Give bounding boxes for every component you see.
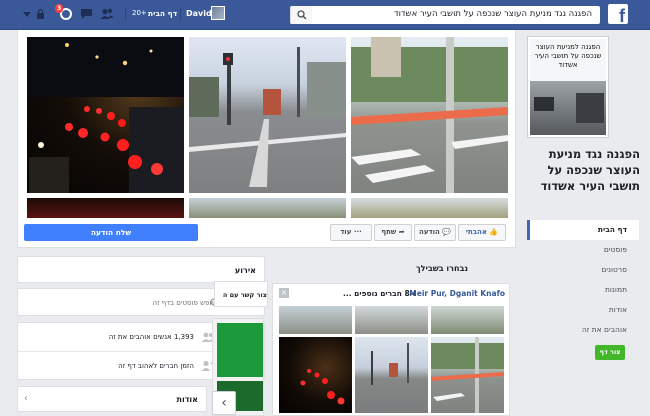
notification-count-badge: 3 <box>55 4 64 13</box>
side-nav-posts[interactable]: פוסטים <box>527 240 639 260</box>
search-posts-input[interactable] <box>24 295 214 311</box>
message-button[interactable]: הודעה 💬 <box>414 224 456 241</box>
post-photo-crosswalk[interactable] <box>431 337 504 413</box>
intersection-illustration <box>189 47 346 187</box>
friends-suffix-text: ו-8 חברים נוספים ... <box>343 289 416 298</box>
like-button[interactable]: אהבתי 👍 <box>458 224 506 241</box>
photo-thumbnail[interactable] <box>189 198 346 218</box>
chevron-left-icon: ‹ <box>221 395 227 411</box>
like-label: אהבתי <box>465 228 487 236</box>
profile-picture-image: הפגנה למניעת העוצר שנכפה על תושבי העיר א… <box>530 39 606 135</box>
side-nav-home[interactable]: דף הבית <box>527 220 639 240</box>
crosswalk-thumb <box>431 337 504 413</box>
thumbs-up-icon: 👍 <box>489 228 499 236</box>
car-shape <box>534 97 554 111</box>
share-icon: ➦ <box>398 228 405 236</box>
photo-thumbnail[interactable] <box>351 198 508 218</box>
photo-night-traffic[interactable] <box>27 37 184 193</box>
photos-panel <box>17 30 516 248</box>
search-button[interactable] <box>290 6 312 24</box>
page-side-navigation: דף הבית פוסטים סרטונים תמונות אודות אוהב… <box>527 220 639 340</box>
user-name-link[interactable]: David <box>186 9 212 18</box>
search-input[interactable]: הפגנה נגד מניעת העוצר שנכפה על תושבי העי… <box>290 6 600 24</box>
more-button[interactable]: עוד ··· <box>330 224 372 241</box>
nav-divider <box>125 8 126 20</box>
post-photo-night-traffic[interactable] <box>279 337 352 413</box>
side-nav-photos[interactable]: תמונות <box>527 280 639 300</box>
side-nav-likes[interactable]: אוהבים את זה <box>527 320 639 340</box>
friend-requests-icon[interactable] <box>100 8 114 20</box>
post-photo-intersection[interactable] <box>355 337 428 413</box>
contact-button-card[interactable]: צור קשר עם ה <box>214 281 268 307</box>
message-label: הודעה <box>419 228 440 236</box>
privacy-lock-icon[interactable] <box>36 9 45 19</box>
account-menu-chevron-icon[interactable] <box>23 12 31 17</box>
about-box: אודות ‹ <box>17 386 207 412</box>
photo-intersection[interactable] <box>189 37 346 193</box>
carousel-prev-button[interactable]: ‹ <box>212 391 236 415</box>
page-title[interactable]: הפגנה נגד מניעת העוצר שנכפה על תושבי העי… <box>530 146 640 194</box>
contact-label: צור קשר עם ה <box>222 291 267 299</box>
nav-divider <box>180 8 181 20</box>
search-icon <box>297 10 307 20</box>
side-nav-videos[interactable]: סרטונים <box>527 260 639 280</box>
likes-count-text: 1,393 אנשים אוהבים את זה <box>108 333 194 341</box>
share-button[interactable]: שתף ➦ <box>374 224 412 241</box>
search-query: הפגנה נגד מניעת העוצר שנכפה על תושבי העי… <box>393 9 592 19</box>
car-shape <box>576 93 604 123</box>
about-box-title: אודות <box>176 395 198 404</box>
chosen-for-you-header: נבחרו בשבילך <box>416 264 468 273</box>
home-count-badge: 20+ <box>132 9 147 17</box>
page-profile-picture[interactable]: הפגנה למניעת העוצר שנכפה על תושבי העיר א… <box>527 36 609 138</box>
friends-posts-card: × ו-8 חברים נוספים ... Meir Pur, Dganit … <box>272 283 510 416</box>
post-photo[interactable] <box>355 306 428 334</box>
more-dots: ··· <box>353 228 362 236</box>
top-navigation-bar: f הפגנה נגד מניעת העוצר שנכפה על תושבי ה… <box>0 0 650 30</box>
user-avatar[interactable] <box>211 6 225 20</box>
post-photo[interactable] <box>431 306 504 334</box>
invite-friends-text: הזמן חברים לאהוב דף זה <box>118 362 194 370</box>
messages-icon[interactable] <box>80 8 93 20</box>
friends-names-link[interactable]: Meir Pur, Dganit Knafo <box>409 289 505 298</box>
side-nav-about[interactable]: אודות <box>527 300 639 320</box>
more-label: עוד <box>340 228 352 236</box>
friends-posts-header: × ו-8 חברים נוספים ... Meir Pur, Dganit … <box>273 284 511 304</box>
crosswalk-illustration <box>351 37 508 193</box>
event-box: אירוע <box>17 256 265 283</box>
messenger-icon: 💬 <box>442 228 451 236</box>
create-page-button[interactable]: צור דף <box>595 345 625 360</box>
photo-thumbnail[interactable] <box>27 198 184 218</box>
post-photo[interactable] <box>279 306 352 334</box>
event-box-title: אירוע <box>234 266 256 275</box>
night-traffic-thumb <box>300 369 345 405</box>
photo-crosswalk[interactable] <box>351 37 508 193</box>
profile-caption: הפגנה למניעת העוצר שנכפה על תושבי העיר א… <box>534 43 602 69</box>
intersection-thumb <box>371 343 409 385</box>
night-traffic-illustration <box>27 37 184 193</box>
home-link[interactable]: דף הבית <box>148 9 177 18</box>
send-message-button[interactable]: שלח הודעה <box>24 224 198 241</box>
close-icon[interactable]: × <box>279 288 289 298</box>
green-sign-image <box>217 323 263 377</box>
share-label: שתף <box>381 228 397 236</box>
facebook-logo[interactable]: f <box>608 4 628 24</box>
chevron-left-icon[interactable]: ‹ <box>24 393 28 404</box>
